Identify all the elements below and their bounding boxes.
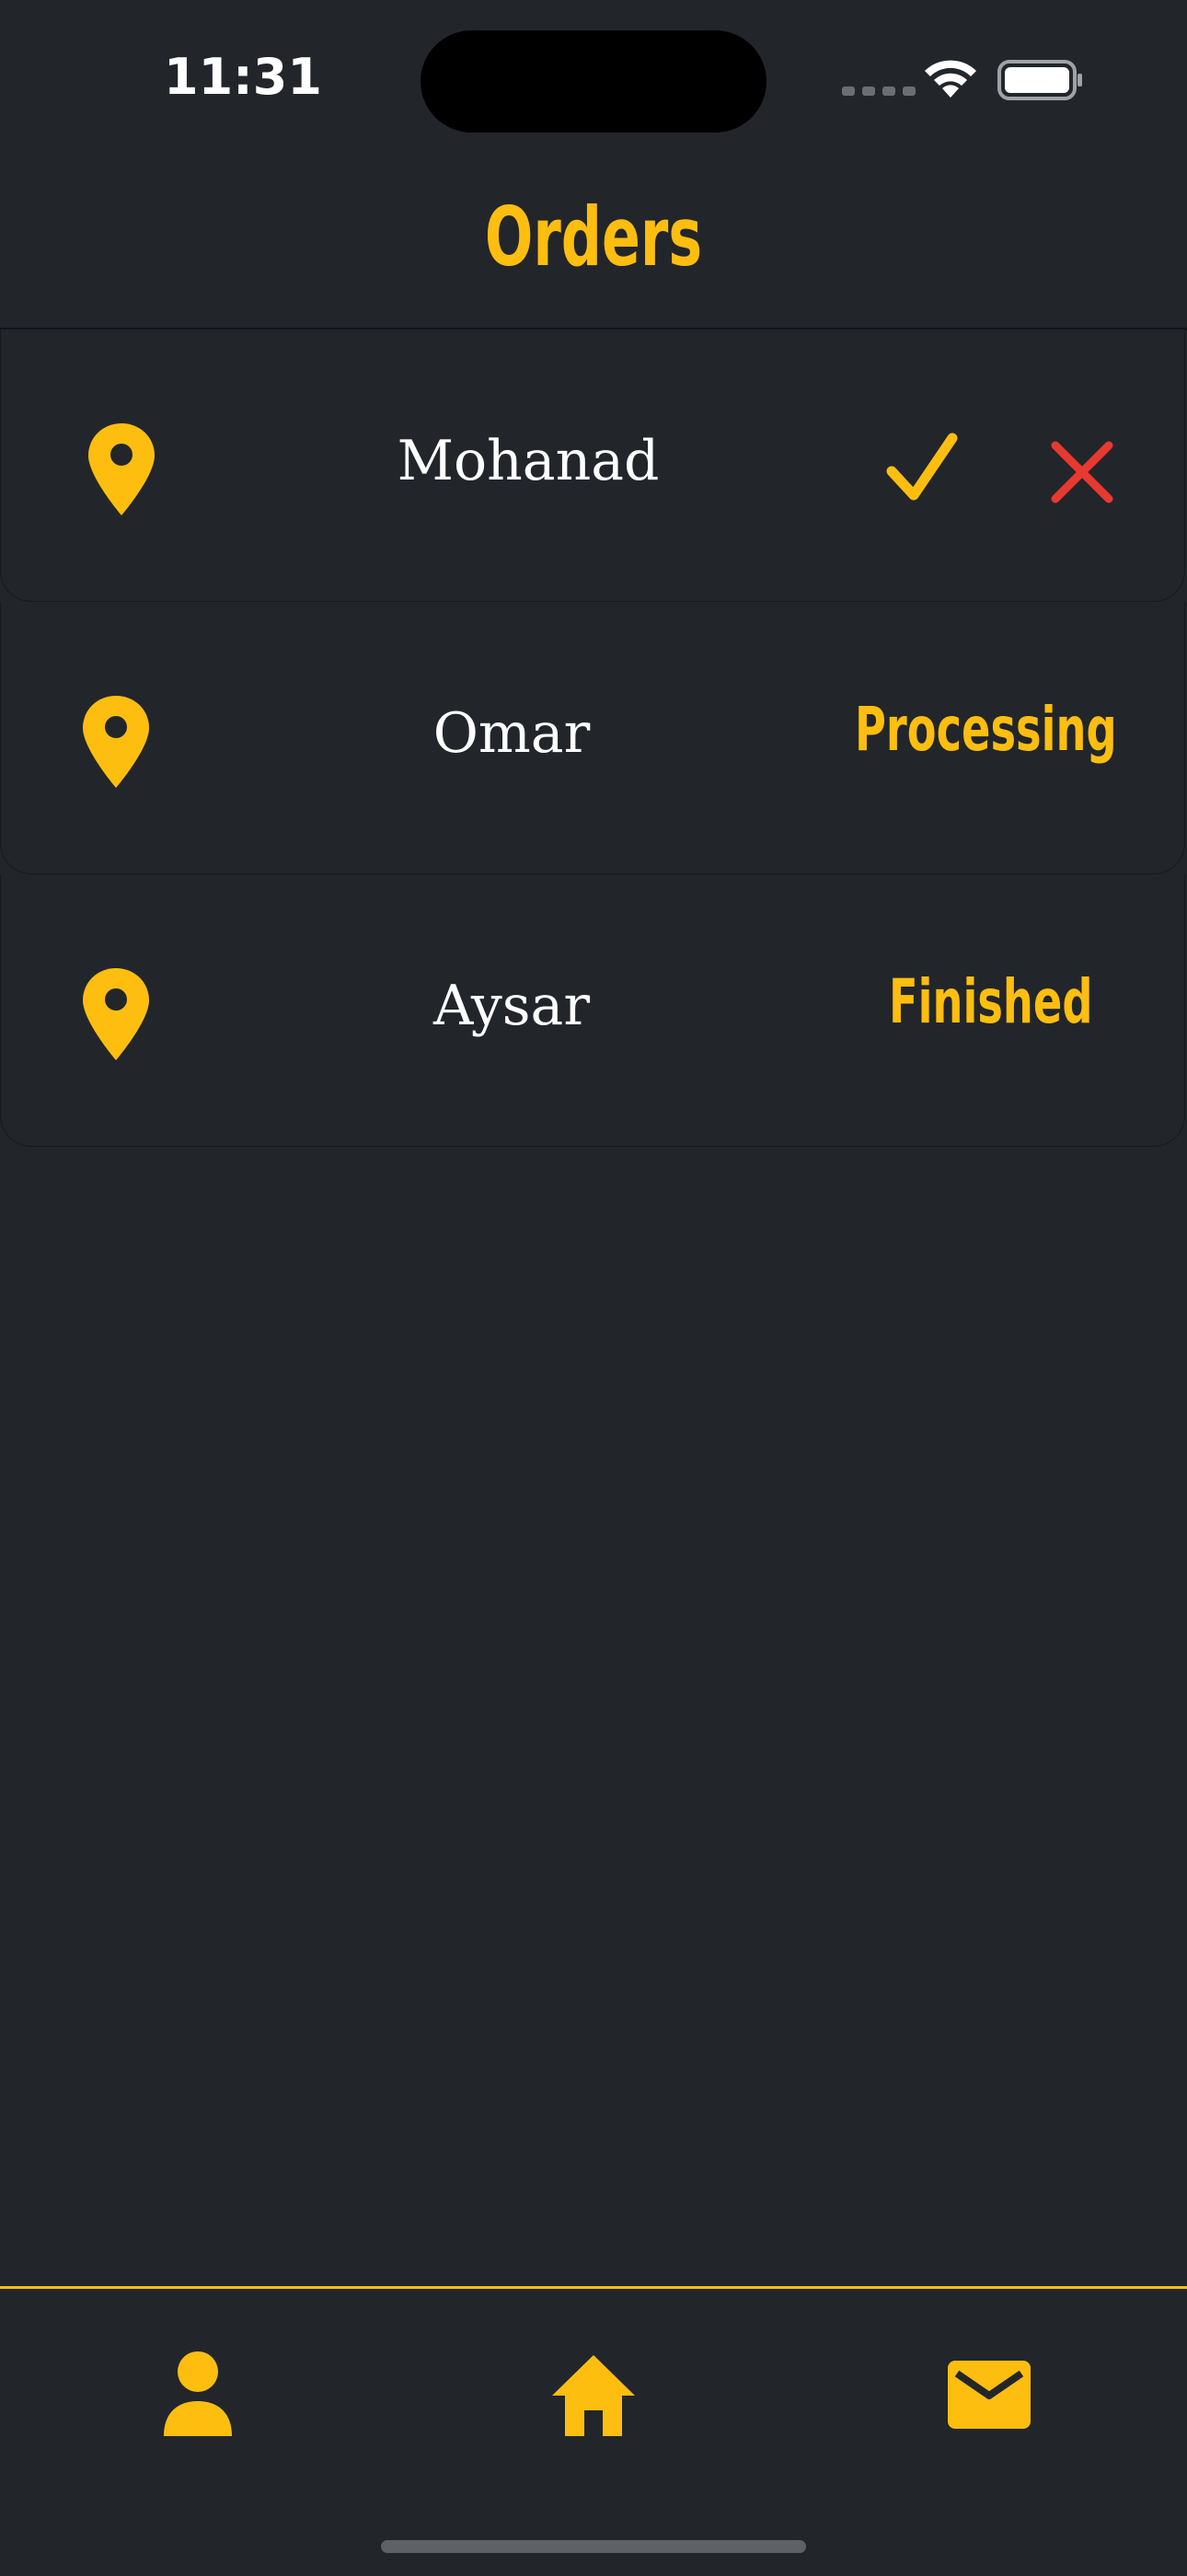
cellular-signal-icon bbox=[842, 87, 916, 96]
header: Orders bbox=[0, 156, 1187, 330]
accept-check-icon[interactable] bbox=[886, 431, 958, 504]
battery-icon bbox=[997, 60, 1082, 100]
status-bar: 11:31 bbox=[0, 0, 1187, 156]
dynamic-island bbox=[421, 30, 766, 133]
tab-bar bbox=[0, 2286, 1187, 2576]
order-status: Processing bbox=[855, 694, 1117, 765]
wifi-icon bbox=[925, 60, 976, 98]
messages-tab-mail-icon[interactable] bbox=[939, 2344, 1040, 2445]
customer-name: Mohanad bbox=[397, 429, 660, 493]
order-status: Finished bbox=[889, 966, 1093, 1037]
location-pin-icon[interactable] bbox=[81, 966, 151, 1062]
status-time: 11:31 bbox=[164, 48, 322, 106]
profile-tab-person-icon[interactable] bbox=[147, 2344, 248, 2445]
location-pin-icon[interactable] bbox=[86, 422, 156, 517]
order-row[interactable]: Omar Processing bbox=[0, 602, 1185, 874]
order-row[interactable]: Aysar Finished bbox=[0, 874, 1185, 1147]
customer-name: Aysar bbox=[432, 974, 591, 1038]
order-list: Mohanad Omar Processing Aysar Finished bbox=[0, 329, 1187, 1147]
home-indicator[interactable] bbox=[381, 2540, 806, 2553]
home-tab-home-icon[interactable] bbox=[543, 2344, 644, 2445]
customer-name: Omar bbox=[432, 701, 591, 766]
location-pin-icon[interactable] bbox=[81, 694, 151, 790]
order-row[interactable]: Mohanad bbox=[0, 329, 1185, 602]
page-title: Orders bbox=[484, 190, 703, 284]
reject-close-icon[interactable] bbox=[1048, 438, 1116, 506]
